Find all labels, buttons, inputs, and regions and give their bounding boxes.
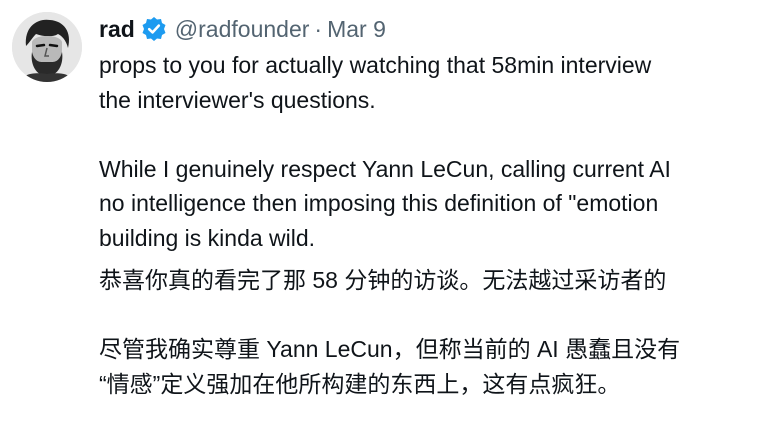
verified-badge-icon (141, 16, 167, 42)
tweet-date[interactable]: Mar 9 (327, 16, 386, 43)
author-name[interactable]: rad (99, 16, 135, 43)
text-line: the interviewer's questions. (99, 86, 376, 113)
tweet: rad @radfounder · Mar 9 props to you for… (0, 0, 760, 428)
tweet-header: rad @radfounder · Mar 9 (99, 12, 386, 46)
avatar-illustration (12, 12, 82, 82)
header-separator: · (314, 15, 323, 42)
text-line-translation: 尽管我确实尊重 Yann LeCun，但称当前的 AI 愚蠢且没有 (99, 336, 681, 362)
bearded-man-avatar[interactable] (12, 12, 82, 82)
author-handle[interactable]: @radfounder (175, 16, 310, 43)
text-line-translation: 恭喜你真的看完了那 58 分钟的访谈。无法越过采访者的 (99, 267, 667, 293)
text-line: no intelligence then imposing this defin… (99, 190, 659, 216)
text-line-translation: “情感”定义强加在他所构建的东西上，这有点疯狂。 (99, 370, 621, 397)
text-line: building is kinda wild. (99, 224, 316, 251)
text-line: props to you for actually watching that … (99, 52, 652, 78)
tweet-text: props to you for actually watching that … (99, 48, 760, 401)
text-line: While I genuinely respect Yann LeCun, ca… (99, 155, 671, 182)
